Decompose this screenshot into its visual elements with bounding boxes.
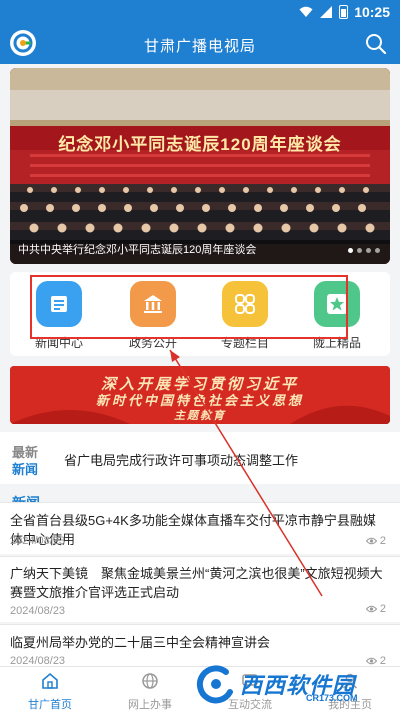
news-view-count: 2: [365, 535, 386, 547]
news-count-value: 2: [379, 535, 386, 547]
latest-tag-top: 最新: [12, 445, 39, 460]
news-date: 2024/08/23: [10, 605, 66, 617]
home-icon: [42, 672, 58, 689]
carousel-dot[interactable]: [357, 248, 362, 253]
latest-news-strip[interactable]: 最新 新闻 省广电局完成行政许可事项动态调整工作: [0, 432, 400, 484]
news-item[interactable]: 临夏州局举办党的二十届三中全会精神宣讲会 2024/08/23 2: [0, 624, 400, 667]
carousel-dot[interactable]: [348, 248, 353, 253]
watermark-logo-icon: [196, 665, 233, 704]
banner-headline: 纪念邓小平同志诞辰120周年座谈会: [58, 135, 342, 154]
watermark: 西西软件园 CR173.COM: [196, 664, 378, 704]
battery-icon: [339, 5, 349, 19]
news-date: 2024/08/23: [10, 535, 66, 547]
tab-label: 网上办事: [128, 699, 172, 711]
status-time: 10:25: [354, 4, 390, 20]
news-item[interactable]: 广纳天下美镜 聚焦金城美景兰州“黄河之滨也很美”文旅短视频大赛暨文旅推介官评选正…: [0, 556, 400, 622]
globe-icon: [142, 673, 158, 689]
latest-tag-bottom: 新闻: [12, 462, 39, 477]
status-bar: 10:25: [0, 0, 400, 24]
carousel-dot[interactable]: [366, 248, 371, 253]
news-item[interactable]: 全省首台县级5G+4K多功能全媒体直播车交付平凉市静宁县融媒体中心使用 2024…: [0, 502, 400, 554]
tab-online-services[interactable]: 网上办事: [110, 671, 190, 711]
annotation-highlight-box: [30, 275, 348, 339]
eye-icon: [365, 537, 377, 545]
carousel-dot[interactable]: [375, 248, 380, 253]
app-bar: 甘肃广播电视局: [0, 24, 400, 64]
app-title: 甘肃广播电视局: [143, 38, 256, 55]
promo-banner[interactable]: 深入开展学习贯彻习近平 新时代中国特色社会主义思想 主题教育: [10, 366, 390, 424]
news-view-count: 2: [365, 603, 386, 615]
carousel-indicator: [348, 248, 380, 253]
watermark-url: CR173.COM: [306, 693, 358, 703]
tab-home[interactable]: 甘广首页: [10, 671, 90, 711]
banner-carousel[interactable]: 纪念邓小平同志诞辰120周年座谈会 中共中央举行纪念邓小平同志诞辰120周年座谈…: [10, 68, 390, 264]
banner-image: [10, 68, 390, 264]
news-title: 全省首台县级5G+4K多功能全媒体直播车交付平凉市静宁县融媒体中心使用: [10, 513, 376, 547]
search-icon[interactable]: [364, 32, 388, 56]
wifi-icon: [299, 6, 313, 17]
news-count-value: 2: [379, 603, 386, 615]
tab-label: 甘广首页: [28, 699, 72, 711]
latest-tag: 最新 新闻: [12, 444, 38, 478]
news-title: 广纳天下美镜 聚焦金城美景兰州“黄河之滨也很美”文旅短视频大赛暨文旅推介官评选正…: [10, 566, 383, 600]
news-title: 临夏州局举办党的二十届三中全会精神宣讲会: [10, 635, 271, 650]
banner-caption: 中共中央举行纪念邓小平同志诞辰120周年座谈会: [18, 244, 257, 256]
signal-icon: [320, 6, 333, 18]
latest-news-text[interactable]: 省广电局完成行政许可事项动态调整工作: [64, 450, 298, 469]
promo-line: 主题教育: [174, 409, 226, 422]
eye-icon: [365, 605, 377, 613]
